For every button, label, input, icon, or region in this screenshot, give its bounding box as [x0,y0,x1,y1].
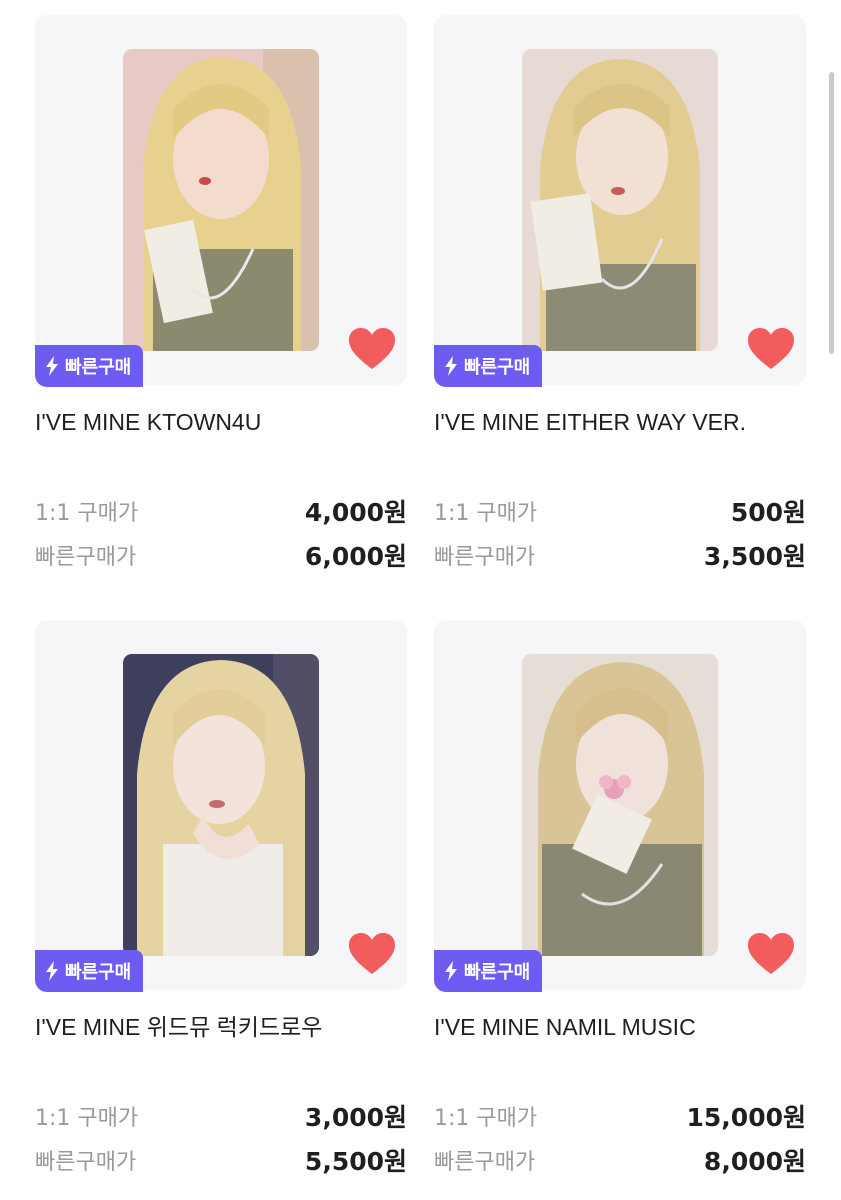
price-row-1to1: 1:1 구매가 500원 [434,489,806,533]
product-title[interactable]: I'VE MINE EITHER WAY VER. [434,405,806,439]
price-1to1-value: 4,000원 [304,498,407,527]
product-card[interactable]: 빠른구매 I'VE MINE EITHER WAY VER. 1:1 구매가 5… [434,15,806,577]
product-title[interactable]: I'VE MINE NAMIL MUSIC [434,1010,806,1044]
price-row-1to1: 1:1 구매가 15,000원 [434,1094,806,1138]
product-title[interactable]: I'VE MINE KTOWN4U [35,405,407,439]
photocard-image [123,654,319,956]
product-thumbnail[interactable]: 빠른구매 [35,15,407,387]
quick-buy-badge-label: 빠른구매 [65,357,132,378]
price-1to1-value: 3,000원 [304,1103,407,1132]
product-thumbnail[interactable]: 빠른구매 [434,15,806,387]
lightning-icon [445,961,457,981]
price-quick-value: 8,000원 [703,1147,806,1176]
price-1to1-value: 15,000원 [686,1103,806,1132]
price-1to1-value: 500원 [730,498,806,527]
price-quick-label: 빠른구매가 [434,1150,536,1175]
lightning-icon [445,356,457,376]
price-quick-label: 빠른구매가 [35,545,137,570]
price-quick-label: 빠른구매가 [434,545,536,570]
favorite-heart-icon[interactable] [747,327,795,371]
vertical-scrollbar[interactable] [829,72,834,354]
photocard-image [123,49,319,351]
price-1to1-label: 1:1 구매가 [434,1106,538,1131]
product-card[interactable]: 빠른구매 I'VE MINE KTOWN4U 1:1 구매가 4,000원 빠른… [35,15,407,577]
quick-buy-badge: 빠른구매 [434,950,543,992]
price-row-quick: 빠른구매가 8,000원 [434,1138,806,1182]
price-1to1-label: 1:1 구매가 [434,501,538,526]
product-thumbnail[interactable]: 빠른구매 [434,620,806,992]
price-row-1to1: 1:1 구매가 3,000원 [35,1094,407,1138]
price-row-1to1: 1:1 구매가 4,000원 [35,489,407,533]
price-row-quick: 빠른구매가 3,500원 [434,533,806,577]
favorite-heart-icon[interactable] [348,327,396,371]
price-row-quick: 빠른구매가 5,500원 [35,1138,407,1182]
quick-buy-badge-label: 빠른구매 [464,962,531,983]
product-thumbnail[interactable]: 빠른구매 [35,620,407,992]
quick-buy-badge: 빠른구매 [35,950,144,992]
quick-buy-badge-label: 빠른구매 [464,357,531,378]
lightning-icon [46,356,58,376]
product-title[interactable]: I'VE MINE 위드뮤 럭키드로우 [35,1010,407,1044]
quick-buy-badge-label: 빠른구매 [65,962,132,983]
quick-buy-badge: 빠른구매 [35,345,144,387]
product-card[interactable]: 빠른구매 I'VE MINE 위드뮤 럭키드로우 1:1 구매가 3,000원 … [35,620,407,1182]
photocard-image [522,654,718,956]
favorite-heart-icon[interactable] [348,932,396,976]
product-card[interactable]: 빠른구매 I'VE MINE NAMIL MUSIC 1:1 구매가 15,00… [434,620,806,1182]
photocard-image [522,49,718,351]
price-quick-value: 6,000원 [304,542,407,571]
favorite-heart-icon[interactable] [747,932,795,976]
quick-buy-badge: 빠른구매 [434,345,543,387]
price-1to1-label: 1:1 구매가 [35,1106,139,1131]
price-1to1-label: 1:1 구매가 [35,501,139,526]
price-quick-label: 빠른구매가 [35,1150,137,1175]
lightning-icon [46,961,58,981]
price-quick-value: 5,500원 [304,1147,407,1176]
price-row-quick: 빠른구매가 6,000원 [35,533,407,577]
price-quick-value: 3,500원 [703,542,806,571]
